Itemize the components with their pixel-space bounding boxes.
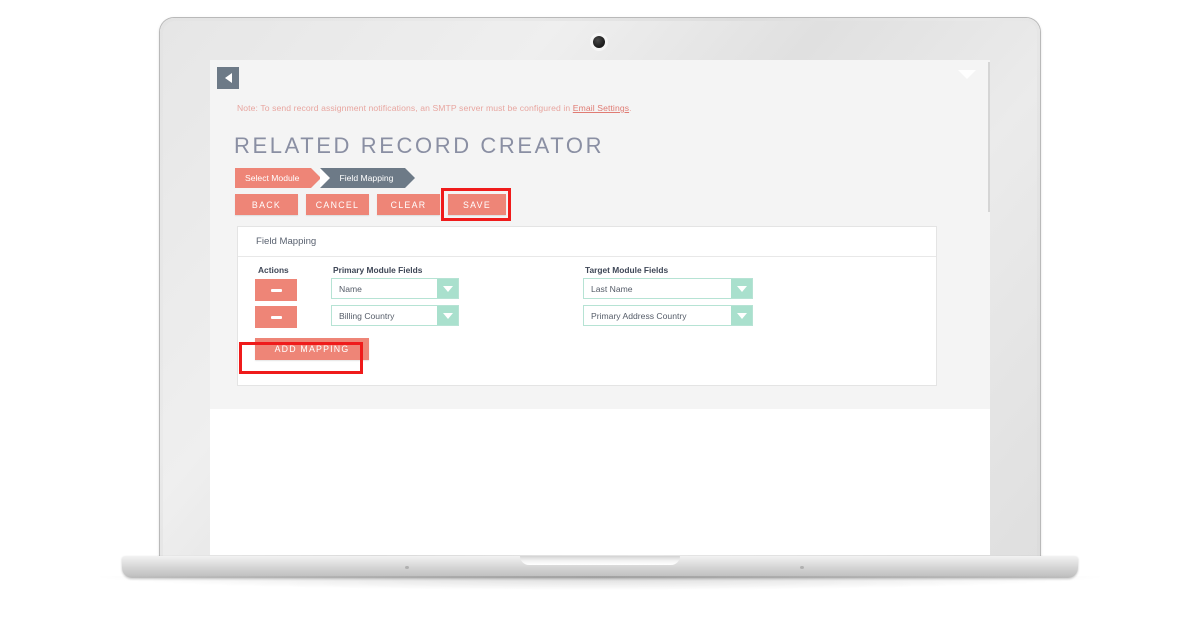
field-mapping-card: Field Mapping Actions Primary Module Fie… <box>237 226 937 386</box>
action-toolbar: BACK CANCEL CLEAR SAVE <box>235 194 506 215</box>
column-header-primary: Primary Module Fields <box>333 265 423 275</box>
chevron-down-icon[interactable] <box>437 279 458 298</box>
breadcrumb-step-field-mapping[interactable]: Field Mapping <box>320 168 416 188</box>
cancel-button[interactable]: CANCEL <box>306 194 369 215</box>
minus-icon <box>270 315 282 319</box>
breadcrumb: Select Module Field Mapping <box>235 168 416 188</box>
triangle-down-icon <box>958 70 976 79</box>
smtp-note-prefix: Note: To send record assignment notifica… <box>237 103 573 113</box>
chevron-down-icon[interactable] <box>437 306 458 325</box>
smtp-note: Note: To send record assignment notifica… <box>237 103 632 113</box>
clear-button[interactable]: CLEAR <box>377 194 440 215</box>
webcam-icon <box>593 36 605 48</box>
breadcrumb-label-field-mapping: Field Mapping <box>339 173 394 183</box>
target-field-value-row-1: Last Name <box>591 283 633 294</box>
primary-field-value-row-2: Billing Country <box>339 310 395 321</box>
breadcrumb-label-select-module: Select Module <box>245 173 300 183</box>
laptop-mockup: Note: To send record assignment notifica… <box>0 0 1200 630</box>
target-field-select-row-2[interactable]: Primary Address Country <box>583 305 753 326</box>
primary-field-value-row-1: Name <box>339 283 362 294</box>
chevron-down-icon[interactable] <box>731 306 752 325</box>
column-header-target: Target Module Fields <box>585 265 669 275</box>
smtp-note-suffix: . <box>629 103 632 113</box>
primary-field-select-row-2[interactable]: Billing Country <box>331 305 459 326</box>
target-field-select-row-1[interactable]: Last Name <box>583 278 753 299</box>
card-header: Field Mapping <box>238 227 936 257</box>
chevron-down-icon[interactable] <box>731 279 752 298</box>
laptop-base-dot-right <box>800 566 804 569</box>
remove-mapping-button-row-1[interactable] <box>255 279 297 301</box>
column-header-actions: Actions <box>258 265 289 275</box>
laptop-screen: Note: To send record assignment notifica… <box>210 60 990 555</box>
primary-field-select-row-1[interactable]: Name <box>331 278 459 299</box>
laptop-base-notch <box>520 556 680 565</box>
breadcrumb-step-select-module[interactable]: Select Module <box>235 168 323 188</box>
vertical-scrollbar[interactable] <box>988 62 990 212</box>
minus-icon <box>270 288 282 292</box>
add-mapping-button[interactable]: ADD MAPPING <box>255 338 369 360</box>
card-title: Field Mapping <box>256 236 317 247</box>
sidebar-collapse-button[interactable] <box>217 67 239 89</box>
target-field-value-row-2: Primary Address Country <box>591 310 687 321</box>
triangle-left-icon <box>224 73 232 83</box>
email-settings-link[interactable]: Email Settings <box>573 103 629 113</box>
application-viewport: Note: To send record assignment notifica… <box>210 60 990 555</box>
laptop-shadow <box>100 576 1100 590</box>
laptop-base-dot-left <box>405 566 409 569</box>
save-button[interactable]: SAVE <box>448 194 506 215</box>
back-button[interactable]: BACK <box>235 194 298 215</box>
remove-mapping-button-row-2[interactable] <box>255 306 297 328</box>
page-title: RELATED RECORD CREATOR <box>234 133 605 158</box>
